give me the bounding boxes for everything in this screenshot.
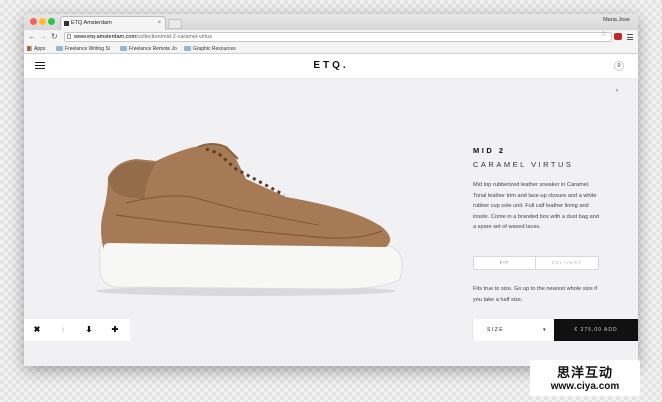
bookmark-label: Graphic Resources	[193, 46, 236, 52]
zoom-window-button[interactable]	[48, 18, 55, 25]
fit-text: Fits true to size. Go up to the nearest …	[473, 286, 598, 303]
close-window-button[interactable]	[30, 18, 37, 25]
chevron-down-icon: ▾	[543, 327, 546, 333]
forward-arrow-icon[interactable]: →	[39, 32, 47, 42]
tab-fit[interactable]: FIT	[474, 257, 536, 269]
size-label: SIZE	[487, 327, 505, 333]
image-toolbar: ✖ i ⬇ ✚	[24, 319, 130, 341]
shoe-upper	[101, 144, 391, 251]
tab-title: ETQ Amsterdam	[71, 20, 112, 26]
apps-grid-icon	[27, 46, 32, 51]
product-image-shoe	[96, 143, 403, 296]
info-icon[interactable]: i	[50, 319, 76, 341]
tab-close-icon[interactable]: ×	[157, 17, 161, 30]
folder-icon	[120, 46, 127, 51]
watermark: 思洋互动 www.ciya.com	[530, 360, 640, 396]
cart-count-badge[interactable]: 0	[614, 61, 624, 71]
minimize-window-button[interactable]	[39, 18, 46, 25]
bookmark-freelance-writing[interactable]: Freelance Writing Si	[56, 45, 110, 53]
browser-tab[interactable]: ETQ Amsterdam ×	[60, 16, 166, 30]
info-tabs: FIT DELIVERY	[473, 256, 599, 270]
product-description: Mid top rubberized leather sneaker in Ca…	[473, 182, 599, 230]
url-path: /collection/mid-2-caramel-virtus	[136, 34, 213, 40]
bookmark-label: Apps	[34, 46, 46, 52]
favicon-icon	[64, 21, 69, 26]
back-arrow-icon[interactable]: ←	[28, 32, 36, 42]
plus-icon[interactable]: ✚	[102, 319, 128, 341]
bookmark-label: Freelance Remote Jo	[129, 46, 177, 52]
download-icon[interactable]: ⬇	[76, 319, 102, 341]
chevron-left-icon[interactable]: ‹	[616, 88, 618, 94]
add-to-cart-button[interactable]: € 275,00 ADD	[554, 319, 638, 341]
browser-menu-icon[interactable]	[627, 34, 633, 40]
size-select[interactable]: SIZE ▾	[472, 319, 554, 341]
watermark-title: 思洋互动	[556, 366, 613, 381]
navigation-bar: ← → ↻ www.etq-amsterdam.com/collection/m…	[24, 29, 638, 44]
bookmark-graphic-resources[interactable]: Graphic Resources	[184, 45, 236, 53]
bookmarks-bar: Apps Freelance Writing Si Freelance Remo…	[24, 44, 638, 54]
site-logo[interactable]: ETQ.	[24, 60, 638, 71]
url-host: www.etq-amsterdam.com	[74, 34, 137, 40]
tab-bar: ETQ Amsterdam × Maria Jose	[24, 14, 638, 30]
tab-delivery[interactable]: DELIVERY	[536, 257, 598, 269]
browser-window: ETQ Amsterdam × Maria Jose ← → ↻ www.etq…	[24, 14, 638, 366]
bookmark-star-icon[interactable]: ☆	[600, 29, 607, 38]
profile-name[interactable]: Maria Jose	[603, 17, 630, 23]
close-icon[interactable]: ✖	[24, 319, 50, 341]
page-icon	[67, 34, 71, 39]
site-header: ETQ. 0	[24, 54, 638, 79]
bookmark-label: Freelance Writing Si	[65, 46, 110, 52]
watermark-url: www.ciya.com	[550, 381, 620, 392]
folder-icon	[184, 46, 191, 51]
product-subtitle: CARAMEL VIRTUS	[473, 160, 574, 169]
reload-icon[interactable]: ↻	[51, 32, 58, 42]
folder-icon	[56, 46, 63, 51]
address-bar[interactable]: www.etq-amsterdam.com/collection/mid-2-c…	[64, 32, 612, 42]
bookmark-apps[interactable]: Apps	[27, 45, 45, 53]
product-title: MID 2	[473, 146, 506, 155]
bookmark-freelance-remote[interactable]: Freelance Remote Jo	[120, 45, 177, 53]
new-tab-button[interactable]	[168, 19, 182, 29]
extension-icon[interactable]	[614, 33, 622, 40]
